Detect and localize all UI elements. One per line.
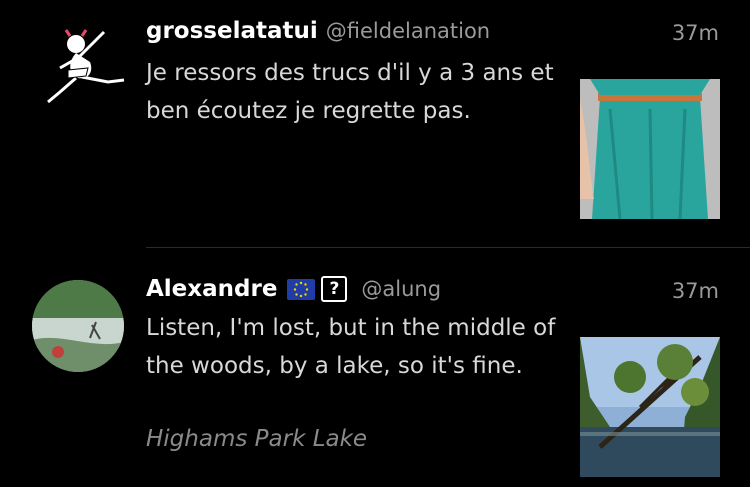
tweet-item[interactable]: Alexandre ? @alung 37m Listen, I'm lost,… (0, 248, 750, 487)
display-name[interactable]: Alexandre (146, 276, 277, 302)
user-handle[interactable]: @alung (361, 277, 441, 301)
tweet-text: Listen, I'm lost, but in the middle of t… (146, 315, 556, 379)
tweet-header: grosselatatui @fieldelanation (146, 18, 490, 44)
tweet-header: Alexandre ? @alung (146, 276, 441, 302)
eu-flag-icon (287, 278, 316, 300)
location-label[interactable]: Highams Park Lake (146, 426, 367, 452)
user-handle[interactable]: @fieldelanation (326, 19, 490, 43)
display-name[interactable]: grosselatatui (146, 18, 318, 44)
tweet-text: Je ressors des trucs d'il y a 3 ans et b… (146, 60, 554, 124)
media-thumbnail[interactable] (580, 337, 720, 477)
timestamp: 37m (671, 21, 719, 45)
unknown-glyph-icon: ? (321, 276, 348, 302)
timestamp: 37m (671, 279, 719, 303)
tweet-item[interactable]: grosselatatui @fieldelanation 37m Je res… (0, 0, 750, 247)
avatar[interactable] (32, 280, 124, 372)
media-thumbnail[interactable] (580, 79, 720, 219)
avatar[interactable] (38, 22, 130, 114)
